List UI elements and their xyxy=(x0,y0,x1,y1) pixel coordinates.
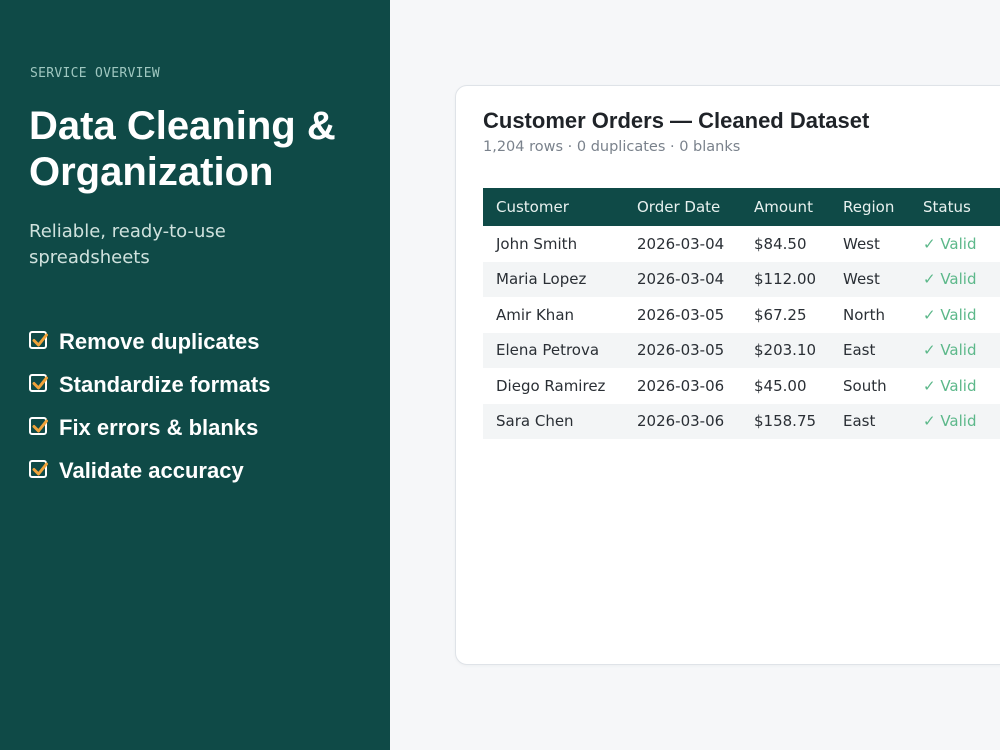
feature-item: Remove duplicates xyxy=(29,320,271,363)
cell-region: North xyxy=(843,305,885,324)
dataset-table: Customer Order Date Amount Region Status… xyxy=(483,188,1000,439)
table-row[interactable]: John Smith 2026-03-04 $84.50 West ✓ Vali… xyxy=(483,226,1000,262)
table-row[interactable]: Maria Lopez 2026-03-04 $112.00 West ✓ Va… xyxy=(483,261,1000,297)
cell-order-date: 2026-03-06 xyxy=(637,376,725,395)
cell-customer: Sara Chen xyxy=(496,412,574,431)
cell-amount: $112.00 xyxy=(754,270,817,289)
cell-amount: $84.50 xyxy=(754,234,807,253)
cell-customer: John Smith xyxy=(496,234,578,253)
cell-customer: Diego Ramirez xyxy=(496,376,606,395)
dataset-card: Customer Orders — Cleaned Dataset 1,204 … xyxy=(455,85,1000,665)
cell-region: West xyxy=(843,270,880,289)
cell-order-date: 2026-03-05 xyxy=(637,341,725,360)
column-header-region[interactable]: Region xyxy=(830,188,910,226)
cell-customer: Amir Khan xyxy=(496,305,575,324)
feature-label: Fix errors & blanks xyxy=(59,414,259,440)
cell-status: ✓ Valid xyxy=(923,305,977,324)
cell-amount: $158.75 xyxy=(754,412,817,431)
page: SERVICE OVERVIEW Data Cleaning & Organiz… xyxy=(0,0,1000,750)
cell-customer: Maria Lopez xyxy=(496,270,587,289)
cell-customer: Elena Petrova xyxy=(496,341,600,360)
checkbox-checked-icon xyxy=(29,373,48,392)
table-row[interactable]: Amir Khan 2026-03-05 $67.25 North ✓ Vali… xyxy=(483,297,1000,333)
eyebrow-label: SERVICE OVERVIEW xyxy=(30,66,161,81)
cell-order-date: 2026-03-05 xyxy=(637,305,725,324)
column-header-order-date[interactable]: Order Date xyxy=(624,188,741,226)
dataset-title: Customer Orders — Cleaned Dataset xyxy=(483,108,870,133)
column-header-status[interactable]: Status xyxy=(910,188,1000,226)
table-row[interactable]: Sara Chen 2026-03-06 $158.75 East ✓ Vali… xyxy=(483,403,1000,439)
cell-region: East xyxy=(843,412,876,431)
checkbox-checked-icon xyxy=(29,330,48,349)
cell-status: ✓ Valid xyxy=(923,234,977,253)
feature-list: Remove duplicates Standardize formats Fi… xyxy=(29,320,271,492)
column-header-amount[interactable]: Amount xyxy=(741,188,830,226)
feature-label: Remove duplicates xyxy=(59,328,260,354)
feature-item: Fix errors & blanks xyxy=(29,406,271,449)
cell-region: West xyxy=(843,234,880,253)
cell-amount: $203.10 xyxy=(754,341,817,360)
table-row[interactable]: Diego Ramirez 2026-03-06 $45.00 South ✓ … xyxy=(483,368,1000,404)
subtitle: Reliable, ready-to-use spreadsheets xyxy=(29,221,226,268)
cell-status: ✓ Valid xyxy=(923,412,977,431)
column-header-customer[interactable]: Customer xyxy=(483,188,624,226)
cell-amount: $45.00 xyxy=(754,376,807,395)
cell-region: South xyxy=(843,376,887,395)
table-row[interactable]: Elena Petrova 2026-03-05 $203.10 East ✓ … xyxy=(483,332,1000,368)
cell-order-date: 2026-03-04 xyxy=(637,270,725,289)
cell-region: East xyxy=(843,341,876,360)
page-title: Data Cleaning & Organization xyxy=(29,104,336,194)
checkbox-checked-icon xyxy=(29,459,48,478)
table-header-row: Customer Order Date Amount Region Status xyxy=(483,188,1000,226)
checkbox-checked-icon xyxy=(29,416,48,435)
cell-status: ✓ Valid xyxy=(923,270,977,289)
cell-order-date: 2026-03-06 xyxy=(637,412,725,431)
cell-status: ✓ Valid xyxy=(923,376,977,395)
cell-order-date: 2026-03-04 xyxy=(637,234,725,253)
cell-amount: $67.25 xyxy=(754,305,807,324)
cell-status: ✓ Valid xyxy=(923,341,977,360)
service-overview-panel: SERVICE OVERVIEW Data Cleaning & Organiz… xyxy=(0,0,390,750)
feature-label: Standardize formats xyxy=(59,371,271,397)
feature-item: Standardize formats xyxy=(29,363,271,406)
dataset-table-wrapper: Customer Order Date Amount Region Status… xyxy=(483,188,1000,439)
feature-label: Validate accuracy xyxy=(59,457,244,483)
feature-item: Validate accuracy xyxy=(29,449,271,492)
dataset-summary: 1,204 rows · 0 duplicates · 0 blanks xyxy=(483,139,741,155)
